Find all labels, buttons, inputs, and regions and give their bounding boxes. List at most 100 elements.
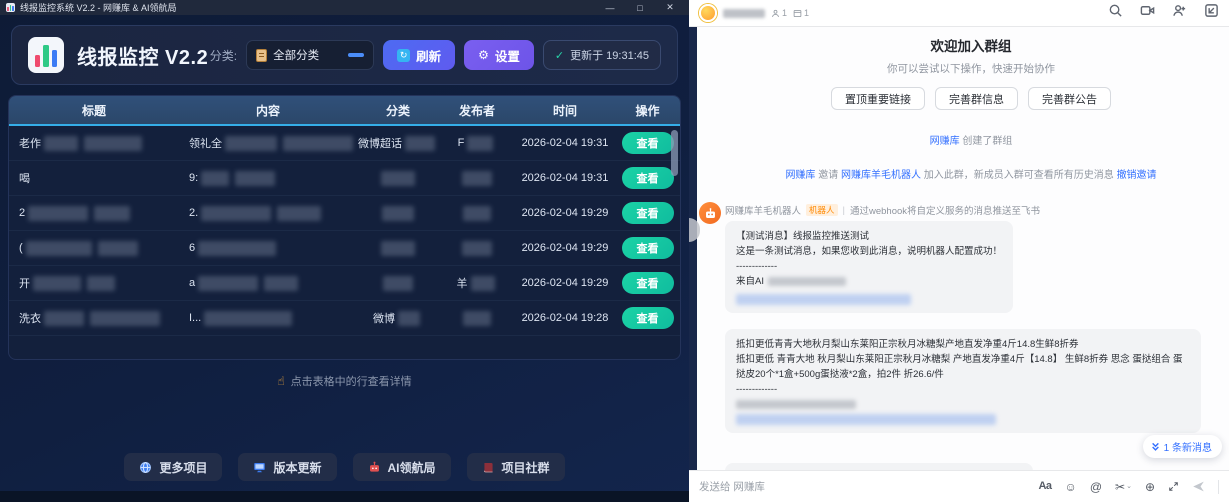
complete-info-button[interactable]: 完善群信息: [935, 87, 1018, 110]
settings-button[interactable]: ⚙ 设置: [464, 40, 534, 70]
system-text: 加入此群，新成员入群可查看所有历史消息: [921, 170, 1117, 181]
redacted-text: [28, 206, 88, 221]
footer-button-AI领航局[interactable]: AI领航局: [353, 453, 451, 481]
view-button[interactable]: 查看: [622, 132, 674, 154]
settings-box-icon[interactable]: [1204, 3, 1219, 18]
chat-message: 网赚库羊毛机器人机器人|通过webhook将自定义服务的消息推送至飞书【测试消息…: [725, 203, 1217, 313]
cell-text: 喝: [19, 170, 30, 186]
select-indicator: [348, 53, 364, 57]
expand-icon[interactable]: [1168, 481, 1179, 492]
redacted-text: [201, 206, 271, 221]
redacted-text: [467, 136, 493, 151]
system-link[interactable]: 网赚库羊毛机器人: [841, 170, 921, 181]
column-header: 内容: [179, 96, 357, 124]
table-row[interactable]: (62026-02-04 19:29查看: [9, 231, 680, 266]
message-line: 这是一条测试消息，如果您收到此消息，说明机器人配置成功！: [736, 244, 1002, 259]
footer-button-项目社群[interactable]: 项目社群: [467, 453, 565, 481]
category-select[interactable]: 全部分类: [246, 40, 374, 70]
gear-icon: ⚙: [478, 48, 489, 62]
bot-avatar[interactable]: [699, 202, 721, 224]
column-header: 标题: [9, 96, 179, 124]
refresh-button[interactable]: ↻ 刷新: [383, 40, 455, 70]
redacted-link: [736, 414, 996, 425]
table-scrollbar[interactable]: [671, 130, 678, 176]
redacted-text: [201, 171, 229, 186]
redacted-text: [198, 241, 276, 256]
redacted-text: [94, 206, 130, 221]
redacted-text: [381, 241, 415, 256]
cell-text: 微博超话: [358, 135, 402, 151]
search-icon[interactable]: [1108, 3, 1123, 18]
message-line: -------------: [736, 382, 1190, 397]
chat-message: 62元叠88vip消费券 Swisse斯维诗益生菌软糖 -62元叠88vip消费…: [725, 463, 1217, 470]
robot-icon: [368, 461, 381, 474]
cell-text: 领礼全: [189, 135, 222, 151]
bottom-strip: [0, 491, 689, 502]
table-row[interactable]: 开a羊2026-02-04 19:29查看: [9, 266, 680, 301]
message-bubble[interactable]: 抵扣更低青青大地秋月梨山东莱阳正宗秋月冰糖梨产地直发净重4斤14.8生鲜8折券抵…: [725, 329, 1201, 433]
redacted-text: [90, 311, 160, 326]
system-link[interactable]: 网赚库: [785, 170, 815, 181]
redacted-text: [463, 311, 491, 326]
message-area[interactable]: 欢迎加入群组 你可以尝试以下操作，快速开始协作 置顶重要链接 完善群信息 完善群…: [697, 27, 1229, 470]
group-avatar[interactable]: [699, 4, 717, 22]
cell-text: 开: [19, 275, 30, 291]
redacted-text: [26, 241, 92, 256]
view-button[interactable]: 查看: [622, 307, 674, 329]
window-titlebar[interactable]: 线报监控系统 V2.2 - 网赚库 & AI领航局 — □ ✕: [0, 0, 689, 15]
pin-links-button[interactable]: 置顶重要链接: [831, 87, 925, 110]
redacted-text: [462, 241, 492, 256]
view-button[interactable]: 查看: [622, 272, 674, 294]
text-format-icon[interactable]: Aa: [1038, 481, 1051, 492]
redacted-text: [462, 171, 492, 186]
tab-count: 1: [793, 8, 809, 18]
video-call-icon[interactable]: [1140, 3, 1155, 18]
screen: 线报监控系统 V2.2 - 网赚库 & AI领航局 — □ ✕ 线报监控 V2.…: [0, 0, 1229, 502]
system-link[interactable]: 网赚库: [930, 136, 960, 147]
add-member-icon[interactable]: [1172, 3, 1187, 18]
table-row[interactable]: 喝9:2026-02-04 19:31查看: [9, 161, 680, 196]
minimize-button[interactable]: —: [595, 0, 625, 15]
message-bubble[interactable]: 62元叠88vip消费券 Swisse斯维诗益生菌软糖 -62元叠88vip消费…: [725, 463, 1033, 470]
screenshot-icon[interactable]: ✂⌄: [1115, 481, 1132, 493]
system-message-created: 网赚库 创建了群组: [725, 132, 1217, 147]
footer-button-更多项目[interactable]: 更多项目: [124, 453, 222, 481]
view-button[interactable]: 查看: [622, 202, 674, 224]
composer-placeholder[interactable]: 发送给 网赚库: [699, 479, 765, 494]
table-row[interactable]: 老作领礼全微博超话F2026-02-04 19:31查看: [9, 126, 680, 161]
cell-text: 2: [19, 207, 25, 219]
maximize-button[interactable]: □: [625, 0, 655, 15]
check-icon: ✓: [555, 49, 564, 62]
redacted-text: [264, 276, 298, 291]
composer-bar[interactable]: 发送给 网赚库 Aa ☺ @ ✂⌄ ⊕: [689, 470, 1229, 502]
table-row[interactable]: 洗衣I...微博2026-02-04 19:28查看: [9, 301, 680, 336]
view-button[interactable]: 查看: [622, 167, 674, 189]
monitor-window: 线报监控系统 V2.2 - 网赚库 & AI领航局 — □ ✕ 线报监控 V2.…: [0, 0, 689, 502]
member-count: 1: [771, 8, 787, 18]
emoji-icon[interactable]: ☺: [1065, 481, 1077, 493]
cell-text: 2.: [189, 207, 198, 219]
complete-announcement-button[interactable]: 完善群公告: [1028, 87, 1111, 110]
system-link[interactable]: 撤销邀请: [1117, 170, 1157, 181]
chat-message: 抵扣更低青青大地秋月梨山东莱阳正宗秋月冰糖梨产地直发净重4斤14.8生鲜8折券抵…: [725, 329, 1217, 433]
table-row[interactable]: 22.2026-02-04 19:29查看: [9, 196, 680, 231]
pointing-hand-icon: ☝: [277, 374, 284, 388]
app-logo-icon: [28, 37, 64, 73]
category-icon: [256, 49, 267, 62]
category-value: 全部分类: [273, 47, 319, 63]
view-button[interactable]: 查看: [622, 237, 674, 259]
mention-icon[interactable]: @: [1090, 481, 1102, 493]
redacted-text: [235, 171, 275, 186]
message-line: 抵扣更低青青大地秋月梨山东莱阳正宗秋月冰糖梨产地直发净重4斤14.8生鲜8折券: [736, 337, 1190, 352]
plus-icon[interactable]: ⊕: [1145, 481, 1155, 493]
globe-icon: [139, 461, 152, 474]
window-title: 线报监控系统 V2.2 - 网赚库 & AI领航局: [20, 1, 177, 14]
sender-name[interactable]: 网赚库羊毛机器人: [725, 203, 801, 217]
message-bubble[interactable]: 【测试消息】线报监控推送测试这是一条测试消息，如果您收到此消息，说明机器人配置成…: [725, 221, 1013, 313]
new-message-badge[interactable]: 1 条新消息: [1143, 435, 1222, 458]
row-time: 2026-02-04 19:31: [522, 172, 609, 184]
footer-button-版本更新[interactable]: 版本更新: [238, 453, 336, 481]
send-icon[interactable]: [1192, 480, 1205, 493]
row-time: 2026-02-04 19:29: [522, 277, 609, 289]
close-button[interactable]: ✕: [655, 0, 685, 15]
